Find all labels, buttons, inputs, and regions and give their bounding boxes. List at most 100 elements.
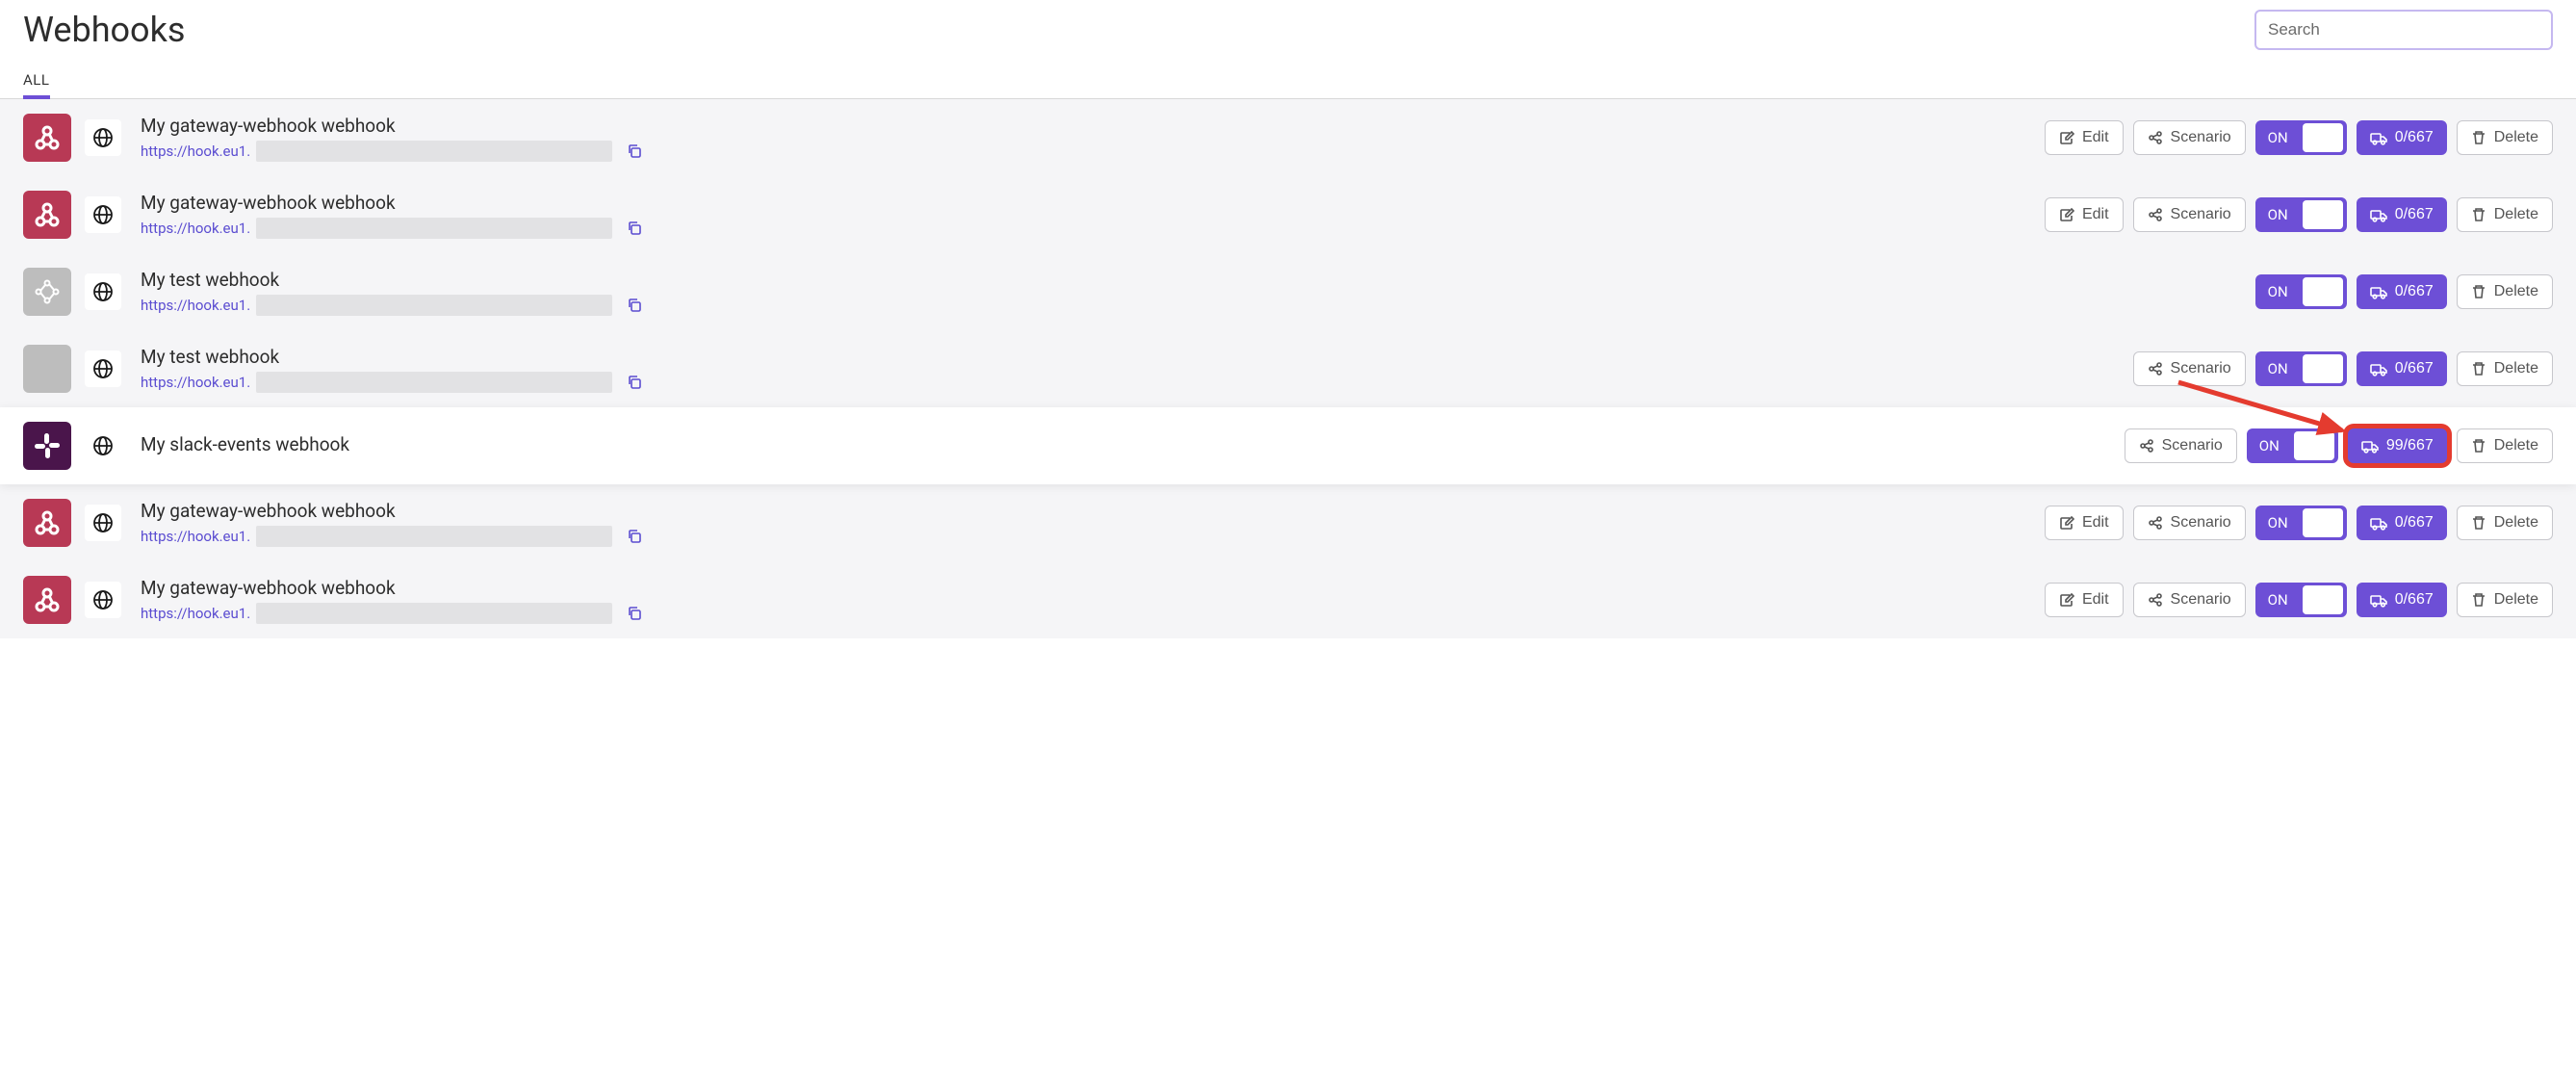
queue-button[interactable]: 0/667 [2357, 197, 2447, 232]
copy-url-button[interactable] [624, 295, 645, 316]
webhook-url-row: https://hook.eu1. [141, 141, 2031, 162]
enable-toggle[interactable]: ON [2255, 506, 2347, 540]
row-actions: ON 0/667 Delete [2255, 274, 2553, 309]
edit-button[interactable]: Edit [2045, 197, 2124, 232]
globe-icon [85, 273, 121, 310]
webhook-name: My gateway-webhook webhook [141, 500, 2031, 522]
globe-icon [85, 196, 121, 233]
enable-toggle[interactable]: ON [2247, 428, 2338, 463]
webhook-url-hidden [256, 295, 612, 316]
webhook-info: My slack-events webhook [135, 433, 2111, 459]
enable-toggle[interactable]: ON [2255, 583, 2347, 617]
globe-icon [85, 582, 121, 618]
row-actions: Edit Scenario ON 0/667 Delete [2045, 583, 2553, 617]
webhook-url-row: https://hook.eu1. [141, 218, 2031, 239]
webhook-url-row: https://hook.eu1. [141, 526, 2031, 547]
scenario-button[interactable]: Scenario [2125, 428, 2237, 463]
queue-button[interactable]: 0/667 [2357, 120, 2447, 155]
scenario-button[interactable]: Scenario [2133, 197, 2246, 232]
webhook-url-hidden [256, 141, 612, 162]
webhook-info: My gateway-webhook webhook https://hook.… [135, 500, 2031, 547]
webhook-row: My slack-events webhook Scenario ON 99/6… [0, 407, 2576, 484]
app-icon [23, 422, 71, 470]
enable-toggle[interactable]: ON [2255, 274, 2347, 309]
webhook-url-row: https://hook.eu1. [141, 603, 2031, 624]
webhook-name: My gateway-webhook webhook [141, 115, 2031, 137]
scenario-button[interactable]: Scenario [2133, 351, 2246, 386]
search-input[interactable] [2254, 10, 2553, 50]
app-icon [23, 499, 71, 547]
queue-button[interactable]: 0/667 [2357, 351, 2447, 386]
row-actions: Edit Scenario ON 0/667 Delete [2045, 120, 2553, 155]
queue-button[interactable]: 0/667 [2357, 274, 2447, 309]
webhook-row: My test webhook https://hook.eu1. ON 0/6… [0, 253, 2576, 330]
row-actions: Edit Scenario ON 0/667 Delete [2045, 197, 2553, 232]
webhook-url-hidden [256, 218, 612, 239]
webhook-info: My test webhook https://hook.eu1. [135, 346, 2120, 393]
app-icon [23, 576, 71, 624]
queue-button[interactable]: 0/667 [2357, 506, 2447, 540]
app-icon [23, 114, 71, 162]
webhook-name: My test webhook [141, 269, 2242, 291]
app-icon [23, 268, 71, 316]
webhook-name: My test webhook [141, 346, 2120, 368]
tab-all[interactable]: ALL [23, 71, 49, 98]
webhook-url-hidden [256, 372, 612, 393]
webhook-url-prefix[interactable]: https://hook.eu1. [141, 297, 250, 314]
copy-url-button[interactable] [624, 372, 645, 393]
globe-icon [85, 119, 121, 156]
scenario-button[interactable]: Scenario [2133, 583, 2246, 617]
delete-button[interactable]: Delete [2457, 274, 2553, 309]
app-icon [23, 191, 71, 239]
webhook-name: My gateway-webhook webhook [141, 577, 2031, 599]
webhook-url-prefix[interactable]: https://hook.eu1. [141, 528, 250, 545]
app-icon [23, 345, 71, 393]
enable-toggle[interactable]: ON [2255, 351, 2347, 386]
enable-toggle[interactable]: ON [2255, 197, 2347, 232]
webhook-url-prefix[interactable]: https://hook.eu1. [141, 605, 250, 622]
scenario-button[interactable]: Scenario [2133, 120, 2246, 155]
copy-url-button[interactable] [624, 603, 645, 624]
enable-toggle[interactable]: ON [2255, 120, 2347, 155]
webhook-url-row: https://hook.eu1. [141, 295, 2242, 316]
webhook-url-hidden [256, 526, 612, 547]
edit-button[interactable]: Edit [2045, 120, 2124, 155]
delete-button[interactable]: Delete [2457, 428, 2553, 463]
webhook-info: My gateway-webhook webhook https://hook.… [135, 577, 2031, 624]
webhook-name: My gateway-webhook webhook [141, 192, 2031, 214]
scenario-button[interactable]: Scenario [2133, 506, 2246, 540]
webhook-row: My gateway-webhook webhook https://hook.… [0, 176, 2576, 253]
webhook-name: My slack-events webhook [141, 433, 2111, 455]
webhook-url-prefix[interactable]: https://hook.eu1. [141, 220, 250, 237]
delete-button[interactable]: Delete [2457, 197, 2553, 232]
webhook-row: My test webhook https://hook.eu1. Scenar… [0, 330, 2576, 407]
webhook-row: My gateway-webhook webhook https://hook.… [0, 561, 2576, 638]
copy-url-button[interactable] [624, 218, 645, 239]
row-actions: Edit Scenario ON 0/667 Delete [2045, 506, 2553, 540]
globe-icon [85, 350, 121, 387]
page-title: Webhooks [23, 10, 185, 50]
edit-button[interactable]: Edit [2045, 583, 2124, 617]
queue-button[interactable]: 99/667 [2348, 428, 2447, 463]
webhook-url-hidden [256, 603, 612, 624]
copy-url-button[interactable] [624, 141, 645, 162]
delete-button[interactable]: Delete [2457, 351, 2553, 386]
webhook-row: My gateway-webhook webhook https://hook.… [0, 99, 2576, 176]
globe-icon [85, 428, 121, 464]
globe-icon [85, 505, 121, 541]
edit-button[interactable]: Edit [2045, 506, 2124, 540]
copy-url-button[interactable] [624, 526, 645, 547]
webhook-url-prefix[interactable]: https://hook.eu1. [141, 374, 250, 391]
webhook-info: My gateway-webhook webhook https://hook.… [135, 192, 2031, 239]
queue-button[interactable]: 0/667 [2357, 583, 2447, 617]
delete-button[interactable]: Delete [2457, 506, 2553, 540]
tabs: ALL [0, 50, 2576, 99]
webhooks-list: My gateway-webhook webhook https://hook.… [0, 99, 2576, 638]
delete-button[interactable]: Delete [2457, 120, 2553, 155]
webhook-url-row: https://hook.eu1. [141, 372, 2120, 393]
delete-button[interactable]: Delete [2457, 583, 2553, 617]
row-actions: Scenario ON 99/667 Delete [2125, 428, 2553, 463]
webhook-url-prefix[interactable]: https://hook.eu1. [141, 143, 250, 160]
webhook-info: My test webhook https://hook.eu1. [135, 269, 2242, 316]
row-actions: Scenario ON 0/667 Delete [2133, 351, 2553, 386]
